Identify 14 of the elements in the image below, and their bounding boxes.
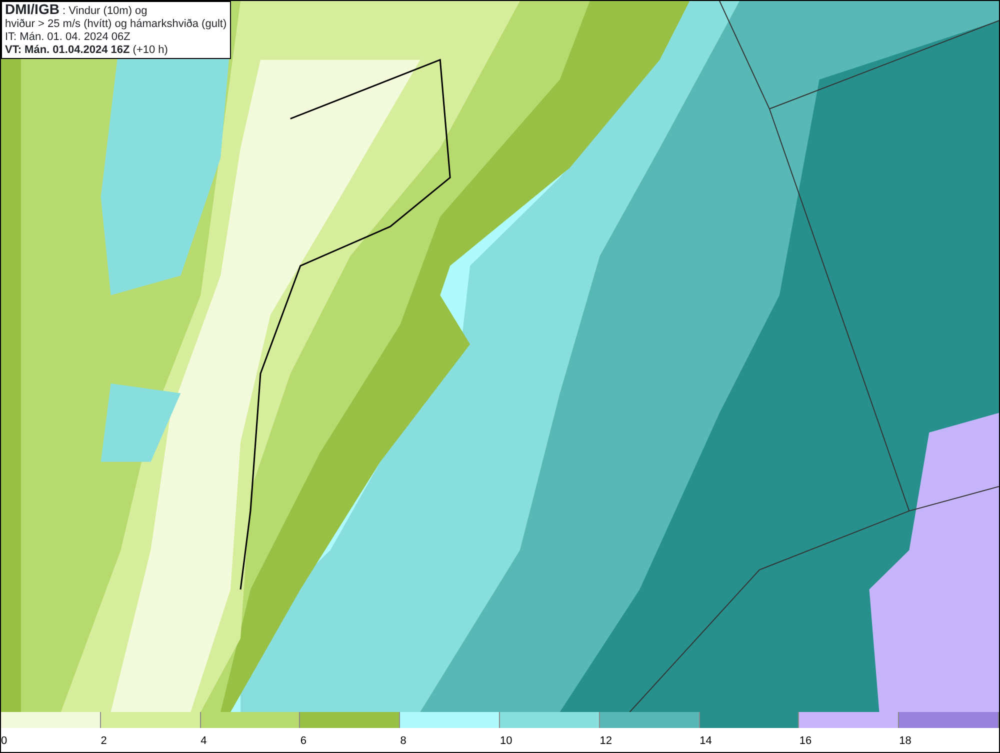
legend-tick-label: 8 (400, 734, 406, 747)
legend-tick-label: 12 (600, 734, 612, 747)
legend-tick-label: 14 (700, 734, 712, 747)
title-line: IT: Mán. 01. 04. 2024 06Z (5, 31, 132, 44)
title-line: VT: Mán. 01.04.2024 16Z (+10 h) (5, 44, 169, 57)
legend-tick-label: 16 (799, 734, 812, 747)
legend-tick-label: 0 (1, 734, 8, 747)
title-line: hviður > 25 m/s (hvítt) og hámarkshviða (gult) (5, 18, 227, 31)
title-line: DMI/IGB : Vindur (10m) og (5, 3, 148, 18)
legend-tick-label: 18 (899, 734, 912, 747)
legend-tick-label: 10 (500, 734, 512, 747)
legend-tick-label: 4 (200, 734, 207, 747)
legend-tick-label: 6 (300, 734, 307, 747)
legend-tick-label: 2 (100, 734, 107, 747)
